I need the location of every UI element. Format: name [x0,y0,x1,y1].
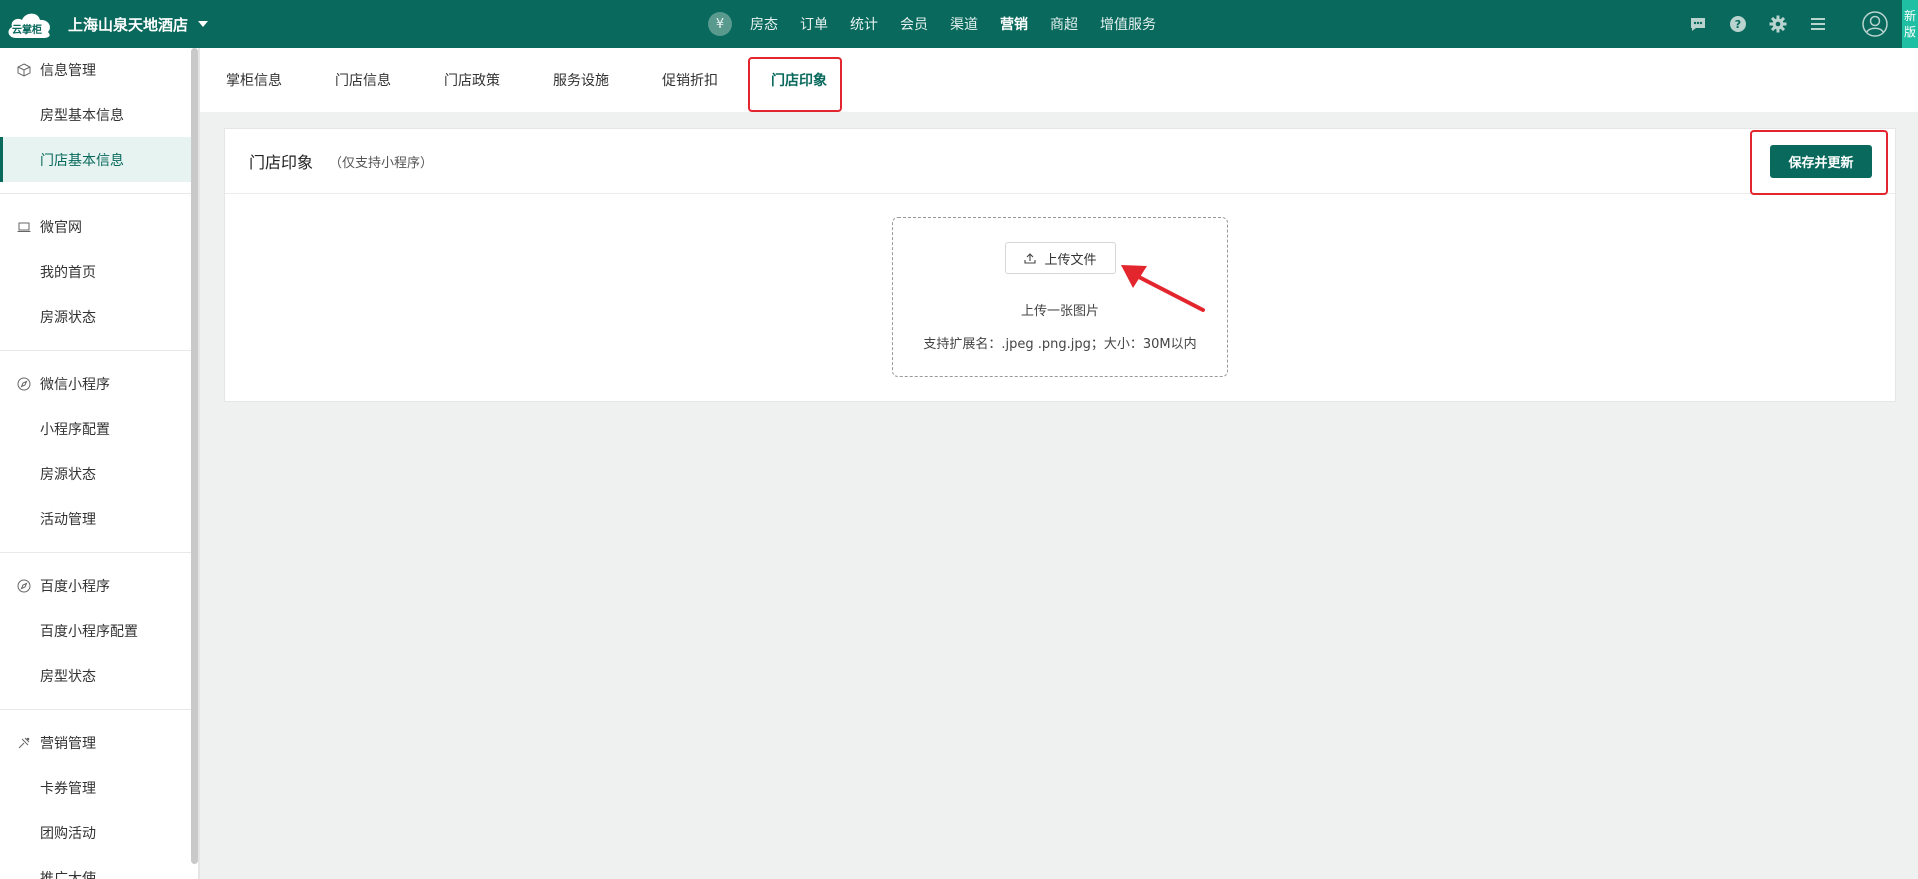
tab-store-policy[interactable]: 门店政策 [444,70,500,90]
topnav-stats[interactable]: 统计 [850,14,878,34]
card-subtitle: （仅支持小程序） [329,155,434,171]
help-icon[interactable]: ? [1728,14,1748,34]
upload-button-label: 上传文件 [1044,252,1097,268]
user-avatar-icon[interactable] [1862,11,1888,37]
logo-text: 云掌柜 [12,25,42,36]
sidebar-item-group-buy[interactable]: 团购活动 [0,810,198,855]
sidebar-item-baidu-config[interactable]: 百度小程序配置 [0,608,198,653]
sidebar-group-label: 微官网 [40,220,82,236]
upload-format-hint: 支持扩展名：.jpeg .png.jpg；大小：30M以内 [923,337,1197,352]
gear-icon[interactable] [1768,14,1788,34]
divider [0,193,198,194]
sidebar-item-my-home[interactable]: 我的首页 [0,249,198,294]
tab-manager-info[interactable]: 掌柜信息 [226,70,282,90]
save-highlight-box [1750,130,1888,195]
brand[interactable]: 云掌柜 上海山泉天地酒店 [6,8,209,40]
upload-file-button[interactable]: 上传文件 [1005,242,1116,274]
tab-store-info[interactable]: 门店信息 [335,70,391,90]
sidebar-group-label: 信息管理 [40,63,96,79]
sidebar-group-label: 微信小程序 [40,377,110,393]
marketing-icon [16,735,32,751]
card-header: 门店印象 （仅支持小程序） 保存并更新 [225,129,1895,194]
sidebar-group-info[interactable]: 信息管理 [0,48,198,92]
message-icon[interactable] [1688,14,1708,34]
topnav-channels[interactable]: 渠道 [950,14,978,34]
sidebar-item-store-info[interactable]: 门店基本信息 [0,137,198,182]
red-arrow-annotation [1121,265,1205,312]
divider [0,552,198,553]
divider [0,350,198,351]
laptop-icon [16,219,32,235]
topnav-roomstatus[interactable]: 房态 [750,14,778,34]
svg-text:?: ? [1735,18,1741,31]
card-title: 门店印象 [249,153,314,172]
topnav-mall[interactable]: 商超 [1050,14,1078,34]
sidebar-group-wechat-mini[interactable]: 微信小程序 [0,362,198,406]
sidebar-item-room-type-status[interactable]: 房型状态 [0,653,198,698]
sidebar-group-marketing[interactable]: 营销管理 [0,721,198,765]
new-version-badge[interactable]: 新版 [1902,0,1918,48]
tab-bar: 掌柜信息 门店信息 门店政策 服务设施 促销折扣 门店印象 [200,48,1918,112]
sidebar-item-mini-room-status[interactable]: 房源状态 [0,451,198,496]
sidebar-edge [198,48,200,879]
tab-facilities[interactable]: 服务设施 [553,70,609,90]
tab-highlight-box [748,57,842,112]
top-icons: ? [1688,0,1888,48]
hotel-name[interactable]: 上海山泉天地酒店 [68,14,188,35]
menu-icon[interactable] [1808,14,1828,34]
sidebar-group-micro-site[interactable]: 微官网 [0,205,198,249]
sidebar-item-ambassador[interactable]: 推广大使 [0,855,198,879]
top-nav: ¥ 房态 订单 统计 会员 渠道 营销 商超 增值服务 [708,0,1178,48]
upload-icon [1024,252,1037,264]
compass-icon [16,376,32,392]
sidebar-group-label: 百度小程序 [40,579,110,595]
topnav-marketing[interactable]: 营销 [1000,14,1028,34]
sidebar-item-room-type-info[interactable]: 房型基本信息 [0,92,198,137]
top-bar: 云掌柜 上海山泉天地酒店 ¥ 房态 订单 统计 会员 渠道 营销 商超 增值服务… [0,0,1918,48]
sidebar-item-coupon-manage[interactable]: 卡券管理 [0,765,198,810]
tab-promotions[interactable]: 促销折扣 [662,70,718,90]
yen-icon[interactable]: ¥ [708,12,732,36]
sidebar-group-label: 营销管理 [40,736,96,752]
cloud-logo-icon: 云掌柜 [6,8,54,40]
sidebar-group-baidu-mini[interactable]: 百度小程序 [0,564,198,608]
topnav-orders[interactable]: 订单 [800,14,828,34]
sidebar-item-mini-config[interactable]: 小程序配置 [0,406,198,451]
topnav-value-added[interactable]: 增值服务 [1100,14,1156,34]
caret-down-icon[interactable] [198,21,209,27]
sidebar-scrollbar[interactable] [191,48,198,864]
cube-icon [16,62,32,78]
topnav-members[interactable]: 会员 [900,14,928,34]
compass-icon [16,578,32,594]
sidebar-item-activity-manage[interactable]: 活动管理 [0,496,198,541]
sidebar: 信息管理 房型基本信息 门店基本信息 微官网 我的首页 房源状态 微信小程序 小… [0,48,198,879]
sidebar-item-room-status[interactable]: 房源状态 [0,294,198,339]
divider [0,709,198,710]
